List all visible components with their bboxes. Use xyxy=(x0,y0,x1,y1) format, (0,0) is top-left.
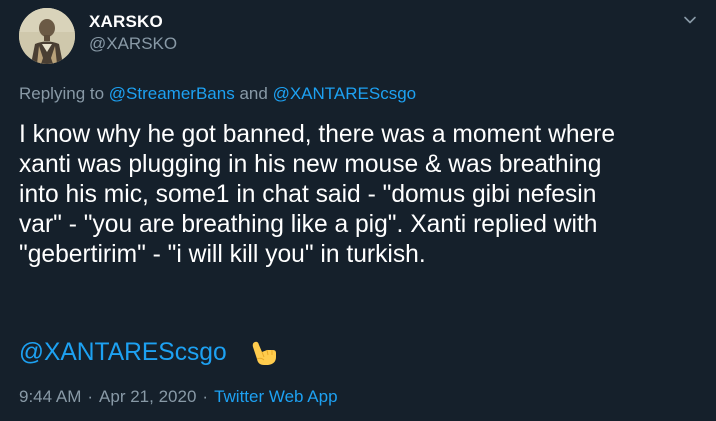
mention-link-streamerbans[interactable]: @StreamerBans xyxy=(109,84,235,103)
author-display-name[interactable]: XARSKO xyxy=(89,12,163,32)
replying-to-label: Replying to xyxy=(19,84,105,103)
tweet-metadata: 9:44 AM · Apr 21, 2020 · Twitter Web App xyxy=(19,387,338,407)
tweet-text-line: var" - "you are breathing like a pig". X… xyxy=(19,211,598,238)
tweet-text-line: I know why he got banned, there was a mo… xyxy=(19,121,616,148)
chevron-down-icon[interactable] xyxy=(680,10,700,30)
replying-to: Replying to @StreamerBans and @XANTARESc… xyxy=(19,84,416,104)
meta-separator: · xyxy=(87,387,94,406)
call-me-hand-icon xyxy=(249,338,279,368)
tweet-mention-link[interactable]: @XANTAREScsgo xyxy=(19,338,227,368)
tweet-date[interactable]: Apr 21, 2020 xyxy=(99,387,196,406)
tweet-text-line: xanti was plugging in his new mouse & wa… xyxy=(19,151,602,178)
tweet-mention-line: @XANTAREScsgo xyxy=(19,338,279,368)
mention-link-xantares[interactable]: @XANTAREScsgo xyxy=(273,84,417,103)
tweet-source-link[interactable]: Twitter Web App xyxy=(214,387,337,406)
author-handle[interactable]: @XARSKO xyxy=(89,34,177,54)
avatar[interactable] xyxy=(19,8,75,64)
replying-to-joiner: and xyxy=(239,84,268,103)
tweet-text: I know why he got banned, there was a mo… xyxy=(19,120,709,270)
tweet-card: XARSKO @XARSKO Replying to @StreamerBans… xyxy=(0,0,716,421)
tweet-text-line: into his mic, some1 in chat said - "domu… xyxy=(19,181,597,208)
tweet-time[interactable]: 9:44 AM xyxy=(19,387,81,406)
meta-separator: · xyxy=(202,387,209,406)
tweet-text-line: "gebertirim" - "i will kill you" in turk… xyxy=(19,241,426,268)
